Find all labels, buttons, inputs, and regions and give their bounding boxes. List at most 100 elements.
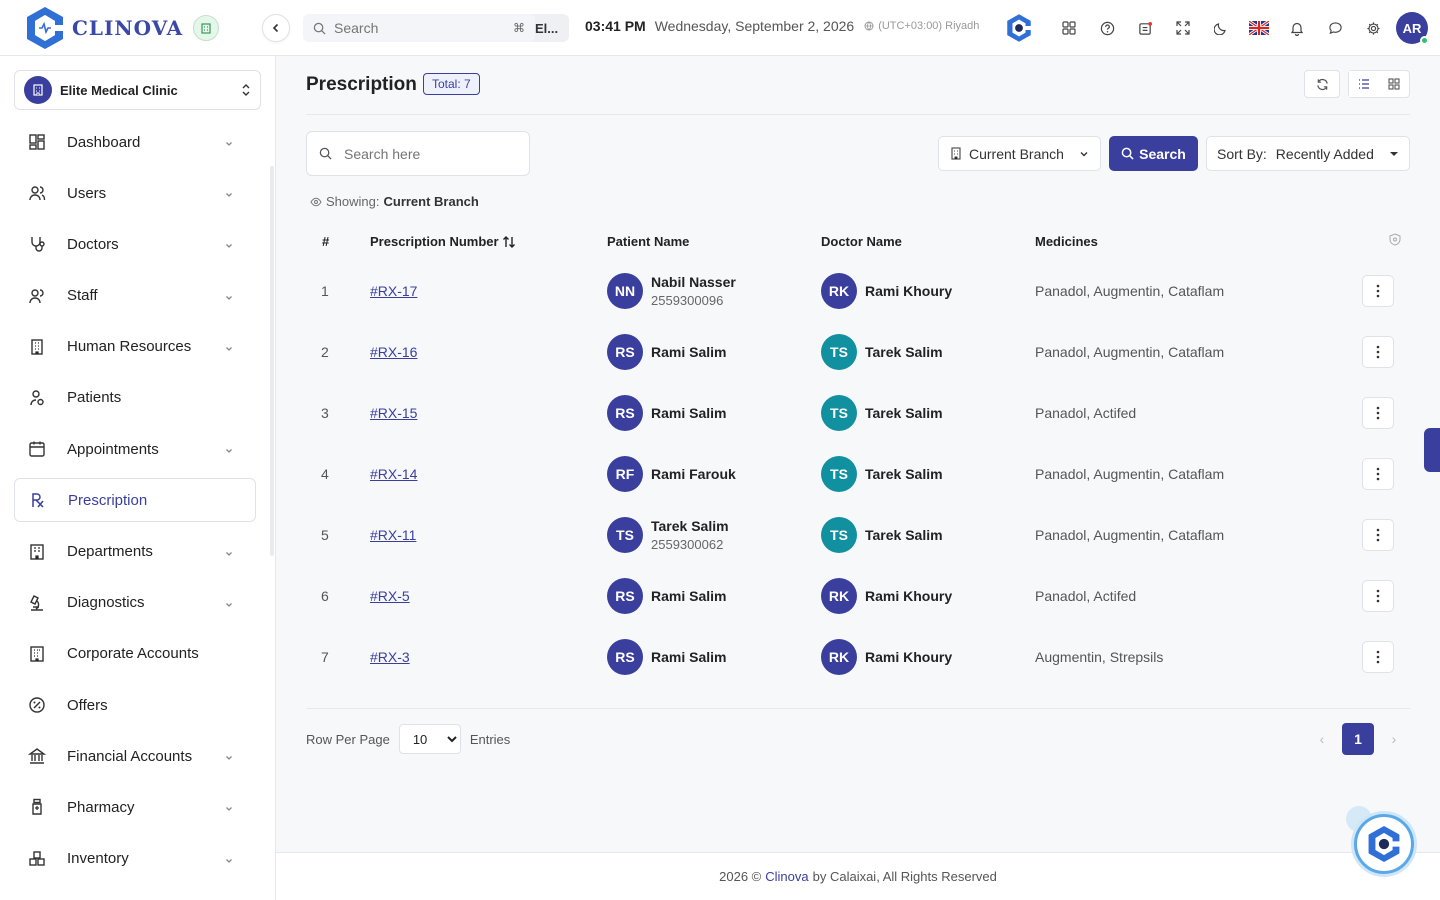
global-search-input[interactable] xyxy=(334,20,504,36)
sidebar-item-financial-accounts[interactable]: Financial Accounts xyxy=(14,734,256,778)
sidebar-item-label: Diagnostics xyxy=(67,594,145,612)
sidebar-item-users[interactable]: Users xyxy=(14,171,256,215)
help-button[interactable] xyxy=(1088,12,1126,44)
search-icon xyxy=(319,147,332,160)
row-actions-button[interactable] xyxy=(1362,641,1394,673)
sidebar-item-departments[interactable]: Departments xyxy=(14,530,256,574)
refresh-button[interactable] xyxy=(1304,70,1340,98)
row-index: 1 xyxy=(321,283,329,299)
search-button[interactable]: Search xyxy=(1109,136,1198,171)
medicines-cell: Panadol, Actifed xyxy=(1035,405,1137,421)
chevron-down-icon xyxy=(224,341,234,357)
patient-cell[interactable]: RF Rami Farouk xyxy=(607,456,736,492)
sort-dropdown[interactable]: Sort By: Recently Added xyxy=(1206,136,1410,171)
user-initials: AR xyxy=(1402,20,1422,36)
prescription-number-link[interactable]: #RX-17 xyxy=(370,283,417,299)
app-switch-button[interactable] xyxy=(1000,12,1038,44)
header-patient-name: Patient Name xyxy=(607,234,690,249)
sidebar-item-diagnostics[interactable]: Diagnostics xyxy=(14,581,256,625)
columns-settings[interactable] xyxy=(1389,233,1401,249)
doctor-cell[interactable]: TS Tarek Salim xyxy=(821,395,943,431)
row-actions-button[interactable] xyxy=(1362,336,1394,368)
table-search-input[interactable] xyxy=(344,145,514,162)
branch-icon xyxy=(24,76,52,104)
row-actions-button[interactable] xyxy=(1362,397,1394,429)
doctor-cell[interactable]: TS Tarek Salim xyxy=(821,517,943,553)
doctor-cell[interactable]: TS Tarek Salim xyxy=(821,334,943,370)
rows-per-page-select[interactable]: 10 xyxy=(398,724,461,754)
patient-cell[interactable]: RS Rami Salim xyxy=(607,395,726,431)
doctor-cell[interactable]: RK Rami Khoury xyxy=(821,273,952,309)
patient-cell[interactable]: NN Nabil Nasser 2559300096 xyxy=(607,273,736,309)
row-actions-button[interactable] xyxy=(1362,519,1394,551)
customizer-tab[interactable] xyxy=(1424,428,1440,472)
prescription-number-link[interactable]: #RX-5 xyxy=(370,588,410,604)
row-actions-button[interactable] xyxy=(1362,275,1394,307)
prev-page-button[interactable]: ‹ xyxy=(1306,723,1338,755)
doctor-cell[interactable]: TS Tarek Salim xyxy=(821,456,943,492)
sidebar-collapse-button[interactable] xyxy=(262,14,290,42)
patient-cell[interactable]: RS Rami Salim xyxy=(607,639,726,675)
notes-button[interactable] xyxy=(1126,12,1164,44)
row-actions-button[interactable] xyxy=(1362,580,1394,612)
entries-label: Entries xyxy=(469,731,511,747)
sidebar-item-staff[interactable]: Staff xyxy=(14,274,256,318)
sidebar-item-label: Patients xyxy=(67,389,122,407)
sidebar-item-label: Offers xyxy=(67,696,108,714)
apps-button[interactable] xyxy=(1050,12,1088,44)
prescription-number-link[interactable]: #RX-3 xyxy=(370,649,410,665)
patient-cell[interactable]: RS Rami Salim xyxy=(607,334,726,370)
table-row: 1 #RX-17 NN Nabil Nasser 2559300096 RK Rami Kh… xyxy=(306,261,1410,322)
user-avatar[interactable]: AR xyxy=(1396,12,1429,45)
patient-cell[interactable]: TS Tarek Salim 2559300062 xyxy=(607,517,729,553)
settings-button[interactable] xyxy=(1354,12,1392,44)
doctor-cell[interactable]: RK Rami Khoury xyxy=(821,578,952,614)
row-actions-button[interactable] xyxy=(1362,458,1394,490)
fullscreen-button[interactable] xyxy=(1164,12,1202,44)
sidebar-item-dashboard[interactable]: Dashboard xyxy=(14,120,256,164)
sort-label: Sort By: xyxy=(1217,145,1267,162)
doctor-name: Tarek Salim xyxy=(865,527,943,543)
assistant-fab[interactable] xyxy=(1354,814,1414,874)
prescription-number-link[interactable]: #RX-14 xyxy=(370,466,417,482)
language-button[interactable] xyxy=(1240,12,1278,44)
prescription-number-link[interactable]: #RX-16 xyxy=(370,344,417,360)
sidebar-item-prescription[interactable]: Prescription xyxy=(14,478,256,523)
next-page-button[interactable]: › xyxy=(1378,723,1410,755)
footer-brand-link[interactable]: Clinova xyxy=(765,869,808,884)
patient-cell[interactable]: RS Rami Salim xyxy=(607,578,726,614)
sidebar-item-inventory[interactable]: Inventory xyxy=(14,837,256,881)
sidebar-item-doctors[interactable]: Doctors xyxy=(14,222,256,266)
medicines-cell: Panadol, Actifed xyxy=(1035,588,1137,604)
sidebar-item-human-resources[interactable]: Human Resources xyxy=(14,325,256,369)
branch-selector[interactable]: Elite Medical Clinic xyxy=(14,70,261,110)
notifications-button[interactable] xyxy=(1278,12,1316,44)
messages-button[interactable] xyxy=(1316,12,1354,44)
discount-icon xyxy=(26,694,48,716)
branch-name: Elite Medical Clinic xyxy=(60,82,178,98)
patient-name: Nabil Nasser xyxy=(651,274,736,290)
branch-filter-dropdown[interactable]: Current Branch xyxy=(938,136,1101,171)
doctor-cell[interactable]: RK Rami Khoury xyxy=(821,639,952,675)
sidebar-item-patients[interactable]: Patients xyxy=(14,376,256,420)
sidebar-item-appointments[interactable]: Appointments xyxy=(14,427,256,471)
prescription-number-link[interactable]: #RX-15 xyxy=(370,405,417,421)
table-search[interactable] xyxy=(306,131,530,176)
theme-button[interactable] xyxy=(1202,12,1240,44)
search-icon xyxy=(313,22,326,35)
header-prescription-number[interactable]: Prescription Number xyxy=(370,234,516,249)
doctor-avatar: RK xyxy=(821,273,857,309)
chat-icon xyxy=(1328,21,1342,34)
sidebar-scrollbar[interactable] xyxy=(270,166,274,556)
sidebar-item-corporate-accounts[interactable]: Corporate Accounts xyxy=(14,632,256,676)
sidebar-item-pharmacy[interactable]: Pharmacy xyxy=(14,785,256,829)
global-search[interactable]: ⌘ El... xyxy=(303,14,569,42)
app-logo[interactable]: CLINOVA xyxy=(24,5,234,51)
doctor-name: Tarek Salim xyxy=(865,466,943,482)
prescription-number-link[interactable]: #RX-11 xyxy=(370,527,416,543)
list-view-button[interactable] xyxy=(1349,71,1379,97)
sidebar-item-offers[interactable]: Offers xyxy=(14,683,256,727)
grid-view-button[interactable] xyxy=(1379,71,1409,97)
bell-icon xyxy=(1290,22,1304,36)
page-button-current[interactable]: 1 xyxy=(1342,723,1374,755)
